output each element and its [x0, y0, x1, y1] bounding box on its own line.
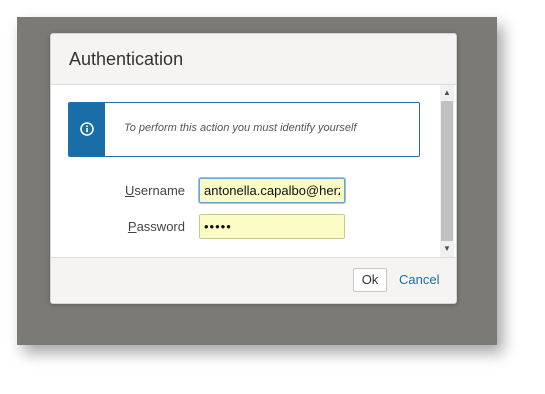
scroll-up-arrow-icon[interactable]: ▲ — [440, 87, 454, 99]
info-message-box: To perform this action you must identify… — [68, 102, 420, 157]
dialog-body: To perform this action you must identify… — [51, 85, 456, 257]
scroll-down-arrow-icon[interactable]: ▼ — [440, 243, 454, 255]
dialog-scrollbar[interactable]: ▲ ▼ — [440, 85, 454, 257]
username-label: Username — [65, 183, 185, 198]
username-input[interactable] — [199, 178, 345, 203]
password-label-accesskey: P — [127, 219, 137, 234]
info-circle-icon — [80, 122, 94, 136]
info-message-text: To perform this action you must identify… — [124, 122, 357, 134]
password-label: Password — [65, 219, 185, 234]
ok-button[interactable]: Ok — [353, 268, 387, 292]
cancel-link[interactable]: Cancel — [399, 272, 439, 287]
scrollbar-thumb[interactable] — [441, 101, 453, 241]
password-input[interactable] — [199, 214, 345, 239]
dialog-header: Authentication — [51, 34, 456, 85]
dialog-title: Authentication — [69, 49, 184, 69]
dialog-footer: Ok Cancel — [51, 257, 456, 303]
info-icon-area — [69, 103, 105, 156]
username-label-accesskey: U — [125, 183, 135, 198]
authentication-dialog: Authentication To perform this action yo… — [50, 33, 457, 304]
password-label-text: assword — [136, 219, 185, 234]
username-label-text: sername — [134, 183, 185, 198]
